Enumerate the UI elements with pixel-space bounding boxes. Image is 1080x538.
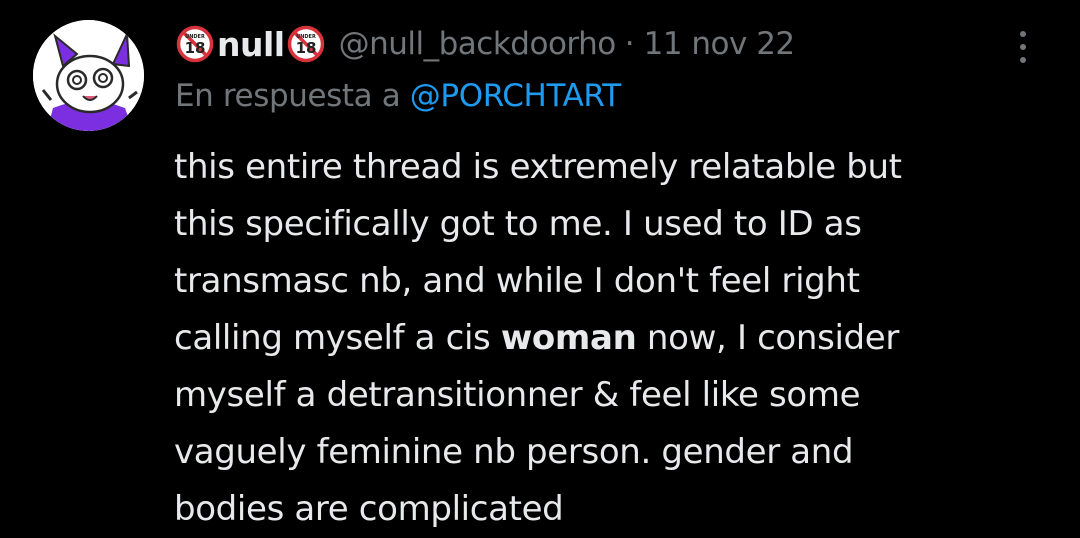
display-name[interactable]: null — [217, 25, 285, 64]
user-handle[interactable]: @null_backdoorho — [339, 26, 617, 62]
tweet-line: transmasc nb, and while I don't feel rig… — [174, 261, 860, 301]
highlighted-word: woman — [500, 318, 637, 358]
tweet-text: this entire thread is extremely relatabl… — [174, 139, 1054, 538]
more-vertical-icon — [1020, 31, 1026, 37]
tweet-line: this specifically got to me. I used to I… — [174, 204, 862, 244]
separator: · — [624, 26, 635, 62]
under-18-badge-icon: UNDER 18 — [176, 25, 214, 63]
bunny-avatar-icon — [33, 20, 144, 131]
tweet-line: myself a detransitionner & feel like som… — [174, 375, 861, 415]
more-vertical-icon — [1020, 44, 1026, 50]
under-18-badge-icon: UNDER 18 — [287, 25, 325, 63]
reply-mention-link[interactable]: @PORCHTART — [410, 78, 621, 114]
svg-text:18: 18 — [295, 39, 316, 57]
tweet-line: calling myself a cis woman now, I consid… — [174, 318, 899, 358]
svg-text:18: 18 — [185, 39, 206, 57]
tweet-line: this entire thread is extremely relatabl… — [174, 147, 902, 187]
more-options-button[interactable] — [1004, 26, 1042, 66]
tweet-date[interactable]: 11 nov 22 — [644, 26, 796, 62]
tweet-line: bodies are complicated — [174, 489, 564, 529]
reply-prefix: En respuesta a — [175, 78, 401, 114]
tweet-line: vaguely feminine nb person. gender and — [174, 432, 854, 472]
avatar[interactable] — [33, 20, 144, 131]
reply-context: En respuesta a @PORCHTART — [175, 78, 621, 114]
tweet-header: UNDER 18 null UNDER 18 @null_backdoorho … — [176, 22, 795, 66]
more-vertical-icon — [1020, 57, 1026, 63]
